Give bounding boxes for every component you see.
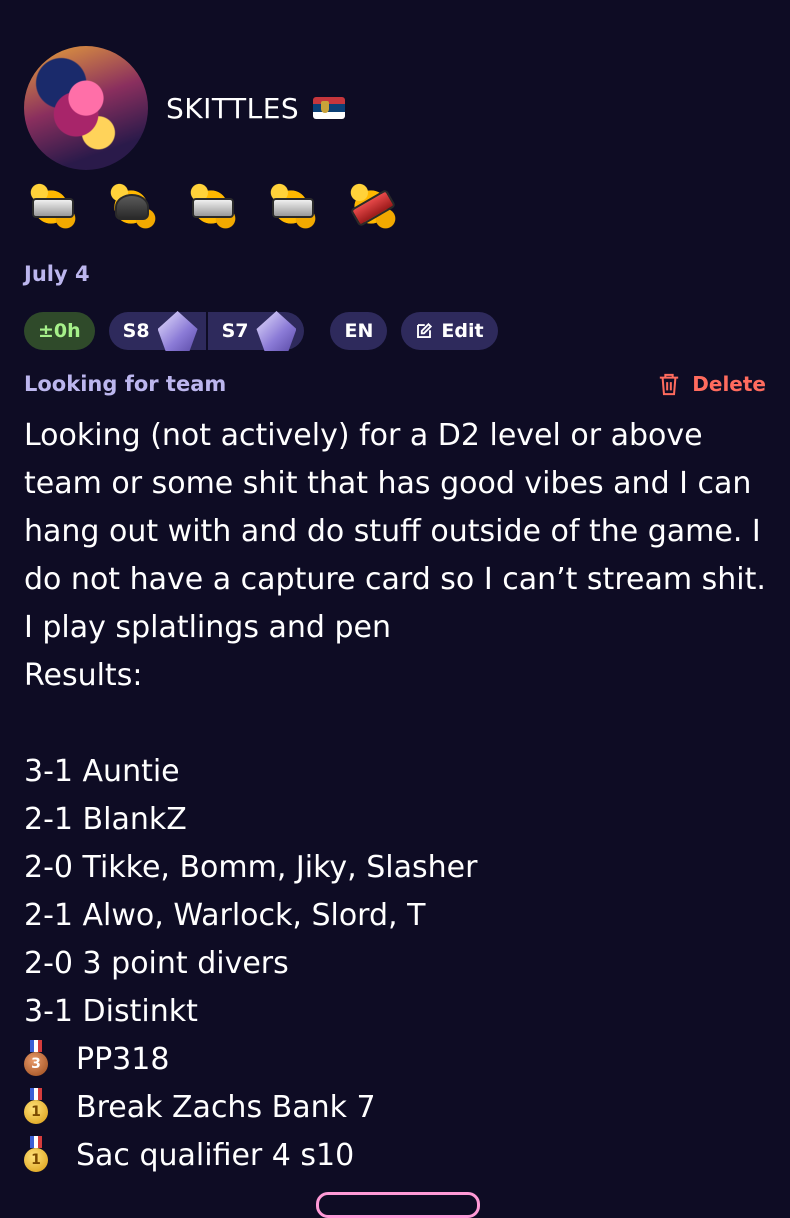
- weapon-pen-icon: [342, 178, 400, 236]
- edit-icon: [417, 322, 433, 338]
- serbia-flag-icon: [313, 97, 346, 119]
- profile-header: SKITTLES: [24, 46, 346, 170]
- bottom-button[interactable]: [316, 1192, 480, 1218]
- info-pills: ±0h S8 S7 EN Edit: [24, 311, 512, 351]
- result-item: 3-1 Auntie: [24, 754, 180, 789]
- post-body: Looking (not actively) for a D2 level or…: [24, 418, 766, 693]
- username-text: SKITTLES: [166, 91, 300, 125]
- edit-button[interactable]: Edit: [401, 312, 498, 350]
- timezone-pill: ±0h: [24, 312, 95, 350]
- edit-label: Edit: [441, 320, 484, 342]
- result-item: 3-1 Distinkt: [24, 994, 198, 1029]
- season-s8-label: S8: [122, 320, 150, 342]
- trash-icon: [660, 373, 679, 396]
- season-s7-label: S7: [221, 320, 249, 342]
- post-date: July 4: [24, 262, 90, 286]
- medal-item: 1 Break Zachs Bank 7: [24, 1084, 774, 1132]
- result-item: 2-0 3 point divers: [24, 946, 289, 981]
- delete-label: Delete: [692, 372, 766, 396]
- delete-button[interactable]: Delete: [658, 372, 766, 396]
- rank-diamond-icon: [157, 311, 198, 351]
- medal-item: 3 PP318: [24, 1036, 774, 1084]
- weapon-heavy-splatling-icon: [102, 178, 160, 236]
- weapon-splatling-icon: [22, 178, 80, 236]
- weapon-pool: [22, 178, 400, 236]
- medal-text: Sac qualifier 4 s10: [76, 1138, 355, 1173]
- results-list: 3-1 Auntie 2-1 BlankZ 2-0 Tikke, Bomm, J…: [24, 748, 774, 1180]
- post-header: Looking for team Delete: [24, 372, 766, 396]
- season-s8-pill: S8: [108, 311, 206, 351]
- medal-text: Break Zachs Bank 7: [76, 1090, 376, 1125]
- avatar[interactable]: [24, 46, 148, 170]
- gold-medal-icon: 1: [24, 1088, 48, 1128]
- rank-diamond-plus-icon: [256, 311, 297, 351]
- result-item: 2-1 BlankZ: [24, 802, 187, 837]
- post-title: Looking for team: [24, 372, 227, 396]
- weapon-mini-splatling-icon: [262, 178, 320, 236]
- bronze-medal-icon: 3: [24, 1040, 48, 1080]
- result-item: 2-1 Alwo, Warlock, Slord, T: [24, 898, 426, 933]
- medal-item: 1 Sac qualifier 4 s10: [24, 1132, 774, 1180]
- result-item: 2-0 Tikke, Bomm, Jiky, Slasher: [24, 850, 478, 885]
- gold-medal-icon: 1: [24, 1136, 48, 1176]
- weapon-hydra-splatling-icon: [182, 178, 240, 236]
- season-s7-pill: S7: [207, 311, 305, 351]
- medal-text: PP318: [76, 1042, 170, 1077]
- username: SKITTLES: [166, 91, 346, 125]
- language-pill: EN: [330, 312, 388, 350]
